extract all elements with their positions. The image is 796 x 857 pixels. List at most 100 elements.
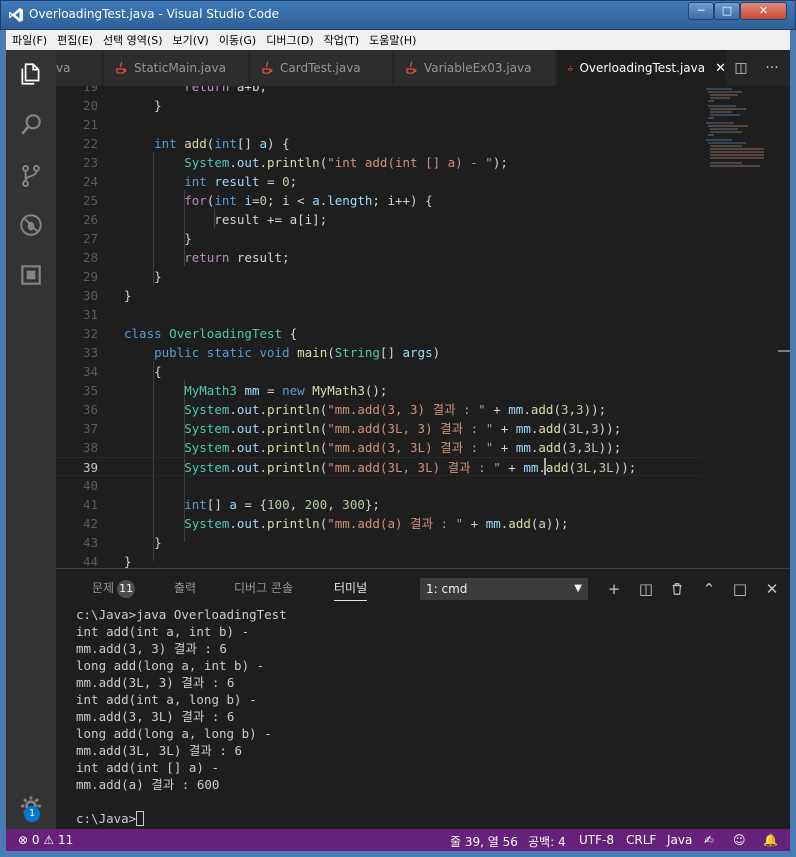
- tab-overloadingtest[interactable]: OverloadingTest.java ✕: [557, 50, 727, 86]
- java-file-icon: [406, 61, 417, 74]
- menu-help[interactable]: 도움말(H): [369, 32, 416, 48]
- thumbs-up-icon[interactable]: ✍: [704, 833, 714, 847]
- explorer-icon[interactable]: [6, 54, 56, 94]
- more-actions-icon[interactable]: ···: [758, 50, 786, 86]
- debug-icon[interactable]: [6, 205, 56, 245]
- code-line: 20 }: [56, 96, 702, 115]
- minimap[interactable]: [702, 86, 772, 176]
- tab-partial[interactable]: va: [56, 50, 103, 86]
- code-line: 42 System.out.println("mm.add(a) 결과 : " …: [56, 514, 702, 533]
- menu-edit[interactable]: 편집(E): [57, 32, 93, 48]
- code-line: 33 public static void main(String[] args…: [56, 343, 702, 362]
- line-number: 20: [82, 98, 98, 113]
- code-line: 41 int[] a = {100, 200, 300};: [56, 495, 702, 514]
- code-editor[interactable]: 19 return a+b; 20 } 21 22 int add(int[] …: [56, 86, 790, 568]
- window-title: OverloadingTest.java - Visual Studio Cod…: [29, 7, 280, 21]
- language-mode[interactable]: Java: [667, 833, 692, 847]
- tab-label: StaticMain.java: [134, 61, 226, 75]
- maximize-button[interactable]: □: [714, 2, 740, 20]
- line-number: 31: [82, 307, 98, 322]
- cursor-position[interactable]: 줄 39, 열 56: [450, 833, 518, 850]
- line-number: 37: [82, 421, 98, 436]
- chevron-down-icon: ▼: [574, 583, 582, 594]
- maximize-panel-icon[interactable]: □: [728, 577, 752, 601]
- source-control-icon[interactable]: [6, 156, 56, 196]
- split-terminal-icon[interactable]: ◫: [634, 577, 658, 601]
- extensions-icon[interactable]: [6, 255, 56, 295]
- window-frame: [790, 30, 796, 857]
- terminal-line: mm.add(3L, 3) 결과 : 6: [76, 675, 235, 690]
- status-bar: ⊗ 0 ⚠ 11 줄 39, 열 56 공백: 4 UTF-8 CRLF Jav…: [6, 829, 790, 851]
- settings-badge: 1: [24, 806, 40, 822]
- terminal-select-value: 1: cmd: [426, 582, 468, 596]
- code-line: 38 System.out.println("mm.add(3, 3L) 결과 …: [56, 438, 702, 457]
- tab-variableex03[interactable]: VariableEx03.java: [394, 50, 556, 86]
- end-of-line[interactable]: CRLF: [626, 833, 656, 847]
- tab-label: OverloadingTest.java: [579, 61, 706, 75]
- tab-cardtest[interactable]: CardTest.java: [250, 50, 393, 86]
- code-line: 24 int result = 0;: [56, 172, 702, 191]
- tab-debug-console[interactable]: 디버그 콘솔: [234, 579, 293, 596]
- terminal-line: mm.add(3L, 3L) 결과 : 6: [76, 743, 242, 758]
- terminal-line: int add(int a, int b) -: [76, 624, 250, 639]
- vertical-scrollbar[interactable]: [778, 86, 790, 568]
- menu-selection[interactable]: 선택 영역(S): [103, 32, 163, 48]
- vscode-logo-icon: [9, 8, 23, 22]
- line-number: 28: [82, 250, 98, 265]
- close-panel-icon[interactable]: ✕: [760, 577, 784, 601]
- code-line: 19 return a+b;: [56, 86, 702, 96]
- terminal-line: int add(int a, long b) -: [76, 692, 257, 707]
- tab-label: CardTest.java: [280, 61, 361, 75]
- code-line: 31: [56, 305, 702, 324]
- menu-debug[interactable]: 디버그(D): [266, 32, 313, 48]
- terminal-line: c:\Java>java OverloadingTest: [76, 607, 287, 622]
- terminal-output[interactable]: c:\Java>java OverloadingTest int add(int …: [76, 606, 776, 828]
- terminal-select[interactable]: 1: cmd ▼: [420, 578, 588, 600]
- menu-file[interactable]: 파일(F): [12, 32, 47, 48]
- code-line: 22 int add(int[] a) {: [56, 134, 702, 153]
- line-number: 23: [82, 155, 98, 170]
- split-editor-icon[interactable]: ◫: [727, 50, 755, 86]
- warning-icon: ⚠: [43, 833, 55, 847]
- menu-view[interactable]: 보기(V): [172, 32, 208, 48]
- line-number: 29: [82, 269, 98, 284]
- code-line: 36 System.out.println("mm.add(3, 3) 결과 :…: [56, 400, 702, 419]
- tab-output[interactable]: 출력: [174, 579, 196, 596]
- terminal-line: int add(int [] a) -: [76, 760, 219, 775]
- code-line: 29 }: [56, 267, 702, 286]
- problems-status[interactable]: ⊗ 0 ⚠ 11: [18, 833, 73, 847]
- problems-count-badge: 11: [117, 580, 136, 598]
- trash-icon[interactable]: [665, 577, 689, 601]
- code-line: 27 }: [56, 229, 702, 248]
- tab-problems[interactable]: 문제 11: [92, 579, 136, 598]
- bottom-panel: 문제 11 출력 디버그 콘솔 터미널 1: cmd ▼ + ◫ ⌃ □ ✕ c:\…: [56, 568, 790, 829]
- line-number: 36: [82, 402, 98, 417]
- chevron-up-icon[interactable]: ⌃: [697, 577, 721, 601]
- line-number: 25: [82, 193, 98, 208]
- notifications-bell-icon[interactable]: 🔔: [763, 833, 778, 847]
- feedback-smiley-icon[interactable]: ☺: [733, 833, 746, 847]
- tab-label: va: [56, 61, 71, 75]
- indentation[interactable]: 공백: 4: [528, 833, 566, 850]
- search-icon[interactable]: [6, 105, 56, 145]
- terminal-line: long add(long a, long b) -: [76, 726, 272, 741]
- terminal-cursor: [136, 811, 145, 826]
- minimize-button[interactable]: ─: [688, 2, 714, 20]
- tab-staticmain[interactable]: StaticMain.java: [104, 50, 249, 86]
- tab-terminal[interactable]: 터미널: [334, 579, 368, 601]
- code-line: 30}: [56, 286, 702, 305]
- new-terminal-icon[interactable]: +: [602, 577, 626, 601]
- encoding[interactable]: UTF-8: [579, 833, 614, 847]
- close-window-button[interactable]: ✕: [740, 2, 787, 20]
- line-number: 27: [82, 231, 98, 246]
- code-line: 37 System.out.println("mm.add(3L, 3) 결과 …: [56, 419, 702, 438]
- code-line: 34 {: [56, 362, 702, 381]
- error-count: 0: [31, 833, 40, 847]
- code-line: 21: [56, 115, 702, 134]
- code-line: 28 return result;: [56, 248, 702, 267]
- menu-tasks[interactable]: 작업(T): [324, 32, 360, 48]
- menu-go[interactable]: 이동(G): [219, 32, 256, 48]
- close-tab-icon[interactable]: ✕: [715, 61, 726, 76]
- code-line: 25 for(int i=0; i < a.length; i++) {: [56, 191, 702, 210]
